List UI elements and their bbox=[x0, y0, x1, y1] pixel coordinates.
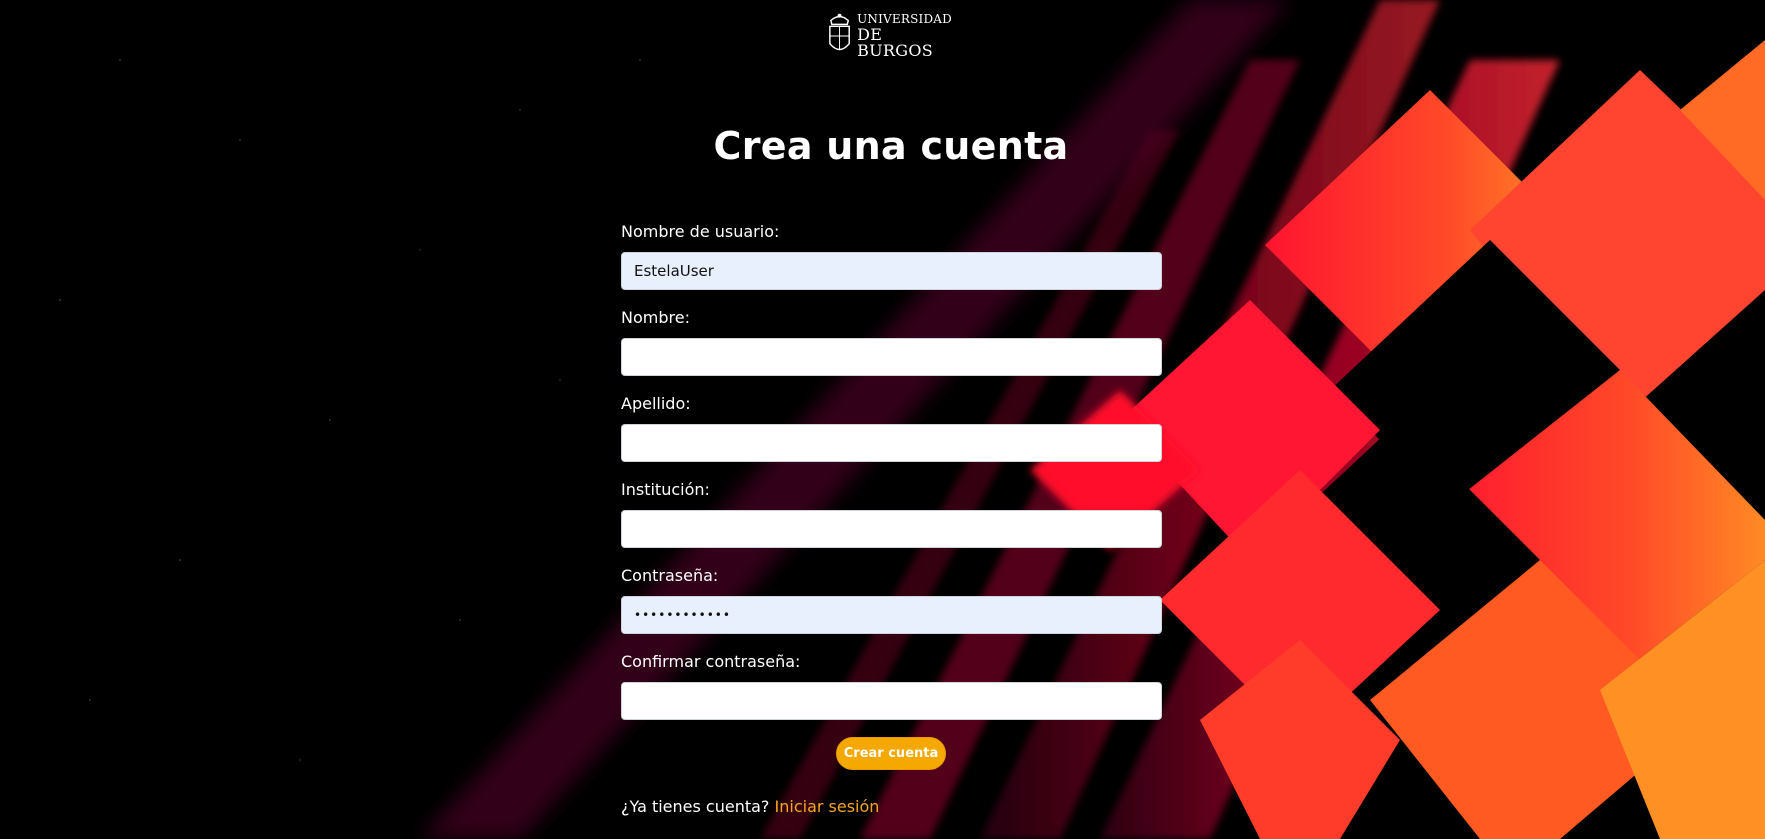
confirm-password-label: Confirmar contraseña: bbox=[621, 652, 801, 671]
last-name-label: Apellido: bbox=[621, 394, 691, 413]
institution-field-group: Institución: bbox=[621, 478, 1162, 564]
password-input[interactable] bbox=[621, 596, 1162, 634]
username-field-group: Nombre de usuario: bbox=[621, 220, 1162, 306]
login-link[interactable]: Iniciar sesión bbox=[775, 797, 880, 816]
university-logo: UNIVERSIDAD DE BURGOS bbox=[826, 8, 960, 62]
confirm-password-field-group: Confirmar contraseña: bbox=[621, 650, 1162, 736]
institution-input[interactable] bbox=[621, 510, 1162, 548]
username-label: Nombre de usuario: bbox=[621, 222, 780, 241]
create-account-button[interactable]: Crear cuenta bbox=[836, 737, 946, 770]
confirm-password-input[interactable] bbox=[621, 682, 1162, 720]
login-question: ¿Ya tienes cuenta? bbox=[621, 797, 770, 816]
page-title: Crea una cuenta bbox=[713, 124, 1069, 168]
first-name-label: Nombre: bbox=[621, 308, 690, 327]
first-name-input[interactable] bbox=[621, 338, 1162, 376]
university-crest-icon bbox=[829, 13, 850, 51]
first-name-field-group: Nombre: bbox=[621, 306, 1162, 392]
username-input[interactable] bbox=[621, 252, 1162, 290]
logo-line-2: DE BURGOS bbox=[857, 25, 934, 60]
password-label: Contraseña: bbox=[621, 566, 719, 585]
last-name-input[interactable] bbox=[621, 424, 1162, 462]
login-prompt: ¿Ya tienes cuenta? Iniciar sesión bbox=[621, 797, 879, 816]
last-name-field-group: Apellido: bbox=[621, 392, 1162, 478]
institution-label: Institución: bbox=[621, 480, 710, 499]
signup-form: Nombre de usuario: Nombre: Apellido: Ins… bbox=[621, 220, 1162, 736]
password-field-group: Contraseña: bbox=[621, 564, 1162, 650]
